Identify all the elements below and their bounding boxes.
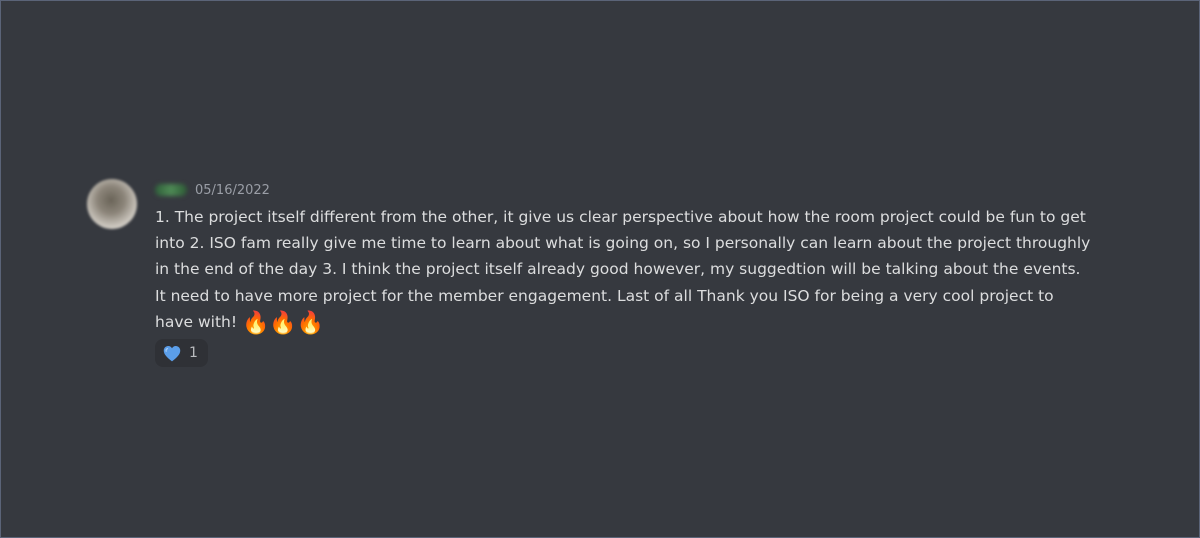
fire-emoji-icon: 🔥 [242, 310, 270, 336]
message-text: 1. The project itself different from the… [155, 204, 1095, 335]
reaction-button[interactable]: 1 [155, 339, 208, 368]
message-content: 05/16/2022 1. The project itself differe… [155, 179, 1095, 368]
chat-window: 05/16/2022 1. The project itself differe… [0, 0, 1200, 538]
reaction-count: 1 [189, 345, 198, 362]
blue-heart-icon [163, 345, 181, 362]
username[interactable] [155, 184, 187, 196]
fire-emoji-icon: 🔥 [296, 310, 325, 336]
avatar[interactable] [87, 179, 137, 229]
message-header: 05/16/2022 [155, 179, 1095, 201]
timestamp: 05/16/2022 [195, 182, 270, 198]
fire-emoji-icon: 🔥 [269, 310, 297, 336]
